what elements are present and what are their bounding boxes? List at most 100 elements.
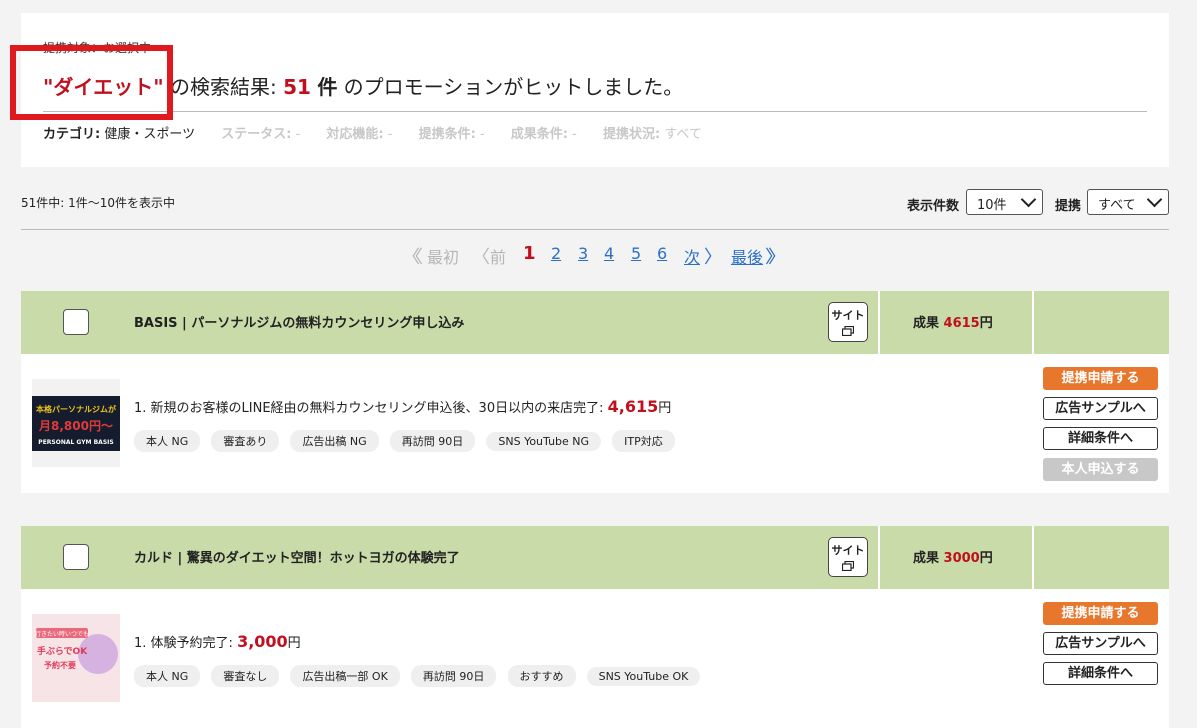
result-prefix: の検索結果: [170, 75, 277, 99]
pager-next[interactable]: 次 [684, 244, 700, 268]
select-checkbox[interactable] [63, 309, 89, 335]
apply-partnership-button[interactable]: 提携申請する [1043, 602, 1158, 625]
tag: SNS YouTube NG [486, 432, 602, 451]
filter-summary: カテゴリ: 健康・スポーツ ステータス: - 対応機能: - 提携条件: - 成… [43, 123, 724, 142]
reward-summary: 成果 3000円 [913, 547, 993, 566]
double-chevron-left-icon: 〈〈 [402, 247, 423, 268]
result-count: 51 [283, 75, 311, 99]
result-unit: 件 [317, 75, 338, 99]
tag: ITP対応 [612, 430, 675, 452]
filter-feature-label: 対応機能: [326, 127, 384, 142]
detail-conditions-button[interactable]: 詳細条件へ [1043, 662, 1158, 685]
pager-page-3[interactable]: 3 [578, 244, 588, 263]
partner-filter-select[interactable]: すべて [1087, 189, 1169, 215]
filter-category-label: カテゴリ: [43, 127, 101, 142]
reward-unit: 円 [979, 551, 993, 566]
per-page-label: 表示件数 [907, 199, 960, 214]
ad-sample-button[interactable]: 広告サンプルへ [1043, 632, 1158, 655]
promotion-card: カルド | 驚異のダイエット空間！ホットヨガの体験完了 サイト 成果 3000円… [21, 526, 1169, 728]
svg-text:予約不要: 予約不要 [44, 660, 76, 670]
tag: 広告出稿 NG [290, 430, 379, 452]
external-window-icon [842, 326, 854, 336]
reward-amount: 3000 [943, 551, 980, 566]
svg-text:PERSONAL GYM BASIS: PERSONAL GYM BASIS [38, 439, 113, 446]
detail-conditions-button[interactable]: 詳細条件へ [1043, 427, 1158, 450]
filter-partner-cond-label: 提携条件: [418, 127, 476, 142]
ad-sample-button[interactable]: 広告サンプルへ [1043, 397, 1158, 420]
pager-prev: 前 [490, 248, 507, 267]
condition-unit: 円 [287, 636, 301, 651]
filter-partner-status-value: すべて [664, 127, 702, 142]
chevron-down-icon [1020, 191, 1037, 208]
promotion-header: BASIS | パーソナルジムの無料カウンセリング申し込み サイト 成果 461… [21, 291, 1169, 354]
filter-partner-cond-value: - [479, 127, 485, 142]
search-header-card: 提携対象：お選択中 "ダイエット" の検索結果: 51 件 のプロモーションがヒ… [21, 13, 1169, 167]
pager-page-2[interactable]: 2 [551, 244, 561, 263]
site-button-label: サイト [831, 309, 865, 322]
per-page-value: 10件 [977, 198, 1007, 213]
reward-label: 成果 [913, 316, 940, 331]
condition-text: 1. 体験予約完了: [134, 636, 233, 651]
column-divider [1032, 291, 1034, 354]
showing-range: 51件中: 1件〜10件を表示中 [21, 196, 176, 210]
tag-list: 本人 NG 審査あり 広告出稿 NG 再訪問 90日 SNS YouTube N… [134, 430, 681, 452]
reward-amount: 4615 [943, 316, 980, 331]
pager-current-page: 1 [523, 243, 536, 264]
pager-page-6[interactable]: 6 [657, 244, 667, 263]
promotion-body: 行きたい時いつでも 手ぶらでOK 予約不要 1. 体験予約完了: 3,000円 … [21, 589, 1169, 728]
site-button[interactable]: サイト [828, 302, 868, 342]
promotion-thumbnail[interactable]: 行きたい時いつでも 手ぶらでOK 予約不要 [32, 614, 120, 702]
self-apply-button[interactable]: 本人申込する [1043, 458, 1158, 481]
tag: 審査あり [211, 430, 280, 452]
filter-category-value: 健康・スポーツ [104, 127, 196, 142]
filter-status-value: - [295, 127, 301, 142]
apply-partnership-button[interactable]: 提携申請する [1043, 367, 1158, 390]
partner-filter-label: 提携 [1055, 199, 1082, 214]
filter-result-cond-label: 成果条件: [510, 127, 568, 142]
external-window-icon [842, 561, 854, 571]
chevron-down-icon [1146, 191, 1163, 208]
select-checkbox[interactable] [63, 544, 89, 570]
site-button-label: サイト [831, 544, 865, 557]
reward-condition: 1. 新規のお客様のLINE経由の無料カウンセリング申込後、30日以内の来店完了… [134, 397, 671, 416]
promotion-thumbnail-image: 本格パーソナルジムが 月8,800円〜 PERSONAL GYM BASIS [32, 379, 120, 467]
site-button[interactable]: サイト [828, 537, 868, 577]
tag: 再訪問 90日 [389, 430, 476, 452]
pagination: 〈〈 最初 〈 前 1 2 3 4 5 6 次 〉 最後 〉〉 [0, 243, 1197, 269]
tag: 本人 NG [134, 430, 201, 452]
reward-label: 成果 [913, 551, 940, 566]
reward-summary: 成果 4615円 [913, 312, 993, 331]
promotion-header: カルド | 驚異のダイエット空間！ホットヨガの体験完了 サイト 成果 3000円 [21, 526, 1169, 589]
per-page-select[interactable]: 10件 [966, 189, 1043, 215]
filter-feature-value: - [387, 127, 393, 142]
reward-unit: 円 [979, 316, 993, 331]
filter-partner-status-label: 提携状況: [602, 127, 661, 142]
pager-first: 最初 [427, 248, 460, 267]
result-suffix: のプロモーションがヒットしました。 [343, 75, 684, 99]
promotion-thumbnail[interactable]: 本格パーソナルジムが 月8,800円〜 PERSONAL GYM BASIS [32, 379, 120, 467]
svg-text:月8,800円〜: 月8,800円〜 [38, 419, 113, 433]
keyword-highlight-box [10, 45, 173, 120]
pager-last[interactable]: 最後 [731, 244, 763, 268]
controls-divider [21, 229, 1169, 230]
pager-page-4[interactable]: 4 [604, 244, 614, 263]
double-chevron-right-icon[interactable]: 〉〉 [765, 243, 786, 269]
pager-page-5[interactable]: 5 [631, 244, 641, 263]
condition-amount: 4,615 [607, 397, 659, 416]
svg-text:本格パーソナルジムが: 本格パーソナルジムが [35, 404, 117, 414]
header-divider [43, 111, 1147, 112]
promotion-thumbnail-image: 行きたい時いつでも 手ぶらでOK 予約不要 [32, 614, 120, 702]
column-divider [878, 526, 880, 589]
svg-text:手ぶらでOK: 手ぶらでOK [37, 645, 88, 657]
condition-text: 1. 新規のお客様のLINE経由の無料カウンセリング申込後、30日以内の来店完了… [134, 401, 604, 416]
column-divider [1032, 526, 1034, 589]
chevron-right-icon[interactable]: 〉 [704, 243, 722, 269]
partner-filter-value: すべて [1098, 198, 1136, 213]
promotion-card: BASIS | パーソナルジムの無料カウンセリング申し込み サイト 成果 461… [21, 291, 1169, 493]
svg-text:行きたい時いつでも: 行きたい時いつでも [35, 630, 89, 638]
filter-status-label: ステータス: [221, 127, 292, 142]
reward-condition: 1. 体験予約完了: 3,000円 [134, 632, 301, 651]
promotion-title[interactable]: カルド | 驚異のダイエット空間！ホットヨガの体験完了 [134, 547, 460, 566]
promotion-title[interactable]: BASIS | パーソナルジムの無料カウンセリング申し込み [134, 312, 464, 331]
chevron-left-icon: 〈 [472, 247, 490, 268]
